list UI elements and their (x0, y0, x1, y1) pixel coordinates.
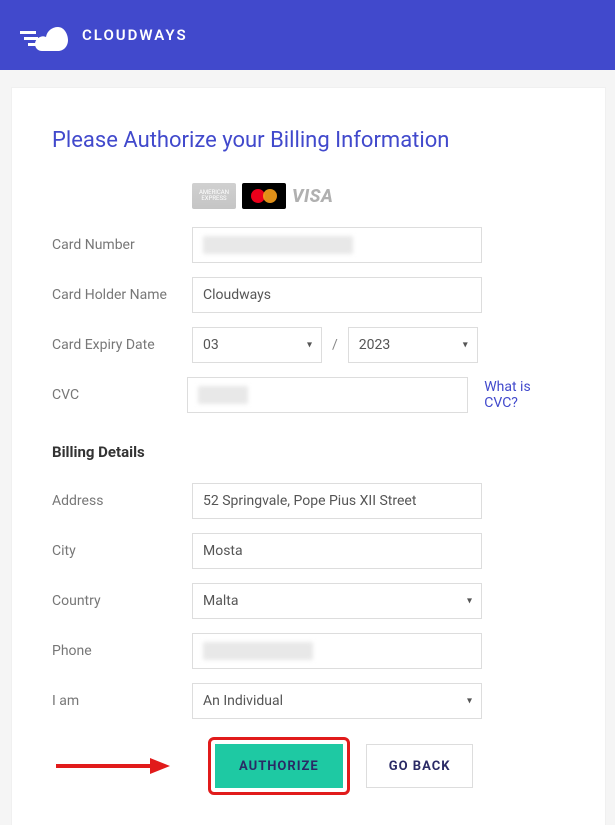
brand-name: CLOUDWAYS (82, 26, 188, 44)
card-number-input[interactable] (192, 227, 482, 263)
billing-card: Please Authorize your Billing Informatio… (12, 88, 605, 825)
amex-icon: AMERICANEXPRESS (192, 183, 236, 209)
go-back-button[interactable]: GO BACK (366, 744, 474, 788)
city-label: City (52, 543, 192, 559)
country-select[interactable]: Malta (192, 583, 482, 619)
cvc-help-link[interactable]: What is CVC? (484, 379, 565, 411)
expiry-month-select[interactable]: 03 (192, 327, 322, 363)
mastercard-icon (242, 183, 286, 209)
expiry-separator: / (332, 337, 338, 353)
card-holder-label: Card Holder Name (52, 287, 192, 303)
brand-logo: CLOUDWAYS (18, 19, 188, 51)
header: CLOUDWAYS (0, 0, 615, 70)
address-label: Address (52, 493, 192, 509)
expiry-year-select[interactable]: 2023 (348, 327, 478, 363)
cloud-icon (18, 19, 72, 51)
country-label: Country (52, 593, 192, 609)
address-input[interactable] (192, 483, 482, 519)
iam-label: I am (52, 693, 192, 709)
phone-input[interactable] (192, 633, 482, 669)
card-number-label: Card Number (52, 237, 192, 253)
card-expiry-label: Card Expiry Date (52, 337, 192, 353)
authorize-highlight: AUTHORIZE (208, 737, 350, 795)
cvc-input[interactable] (187, 377, 468, 413)
visa-icon: VISA (292, 186, 333, 207)
iam-select[interactable]: An Individual (192, 683, 482, 719)
city-input[interactable] (192, 533, 482, 569)
billing-section-title: Billing Details (52, 443, 565, 461)
page-title: Please Authorize your Billing Informatio… (52, 128, 565, 153)
authorize-button[interactable]: AUTHORIZE (215, 744, 343, 788)
cvc-label: CVC (52, 387, 187, 403)
card-brand-logos: AMERICANEXPRESS VISA (192, 183, 565, 209)
highlight-arrow-icon (52, 754, 172, 778)
phone-label: Phone (52, 643, 192, 659)
card-holder-input[interactable] (192, 277, 482, 313)
